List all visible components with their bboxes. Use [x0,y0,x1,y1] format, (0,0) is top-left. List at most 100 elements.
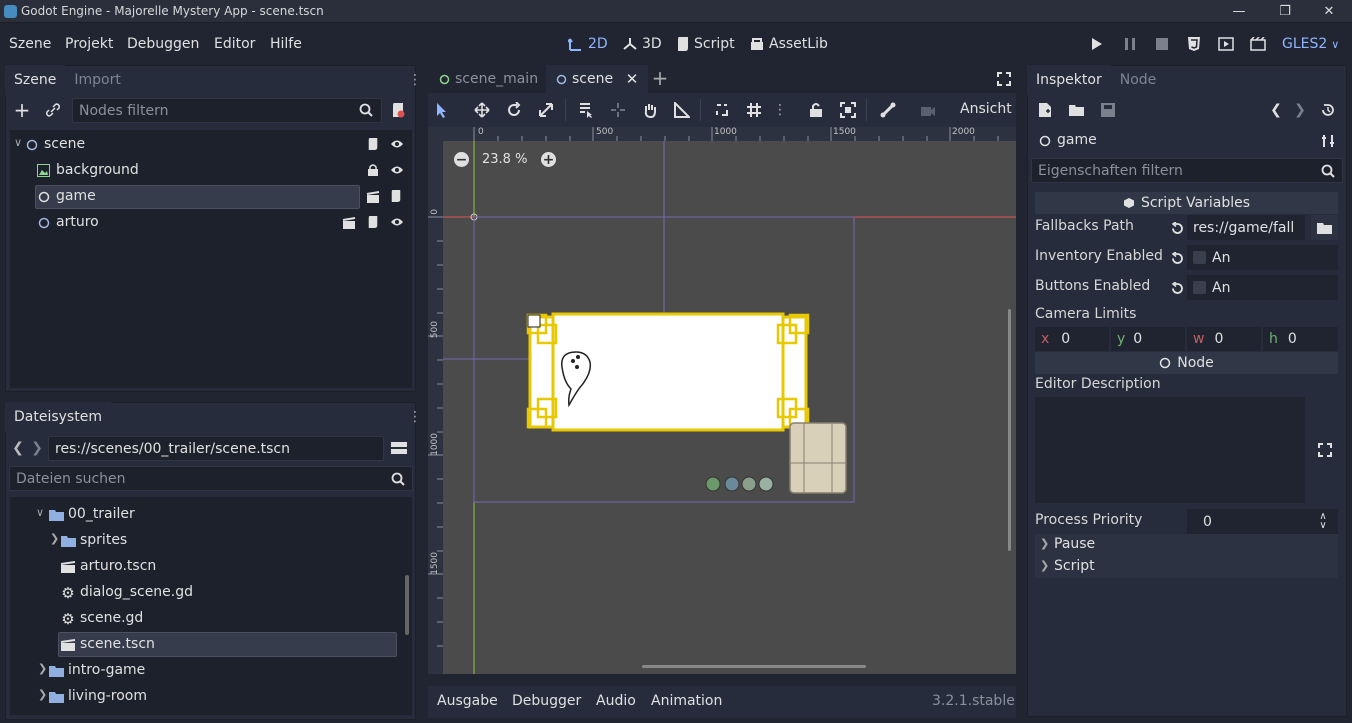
group-script[interactable]: Script [1054,558,1095,574]
tab-szene[interactable]: Szene [5,65,66,95]
collapse-chevron-icon[interactable]: ∨ [14,136,22,149]
tab-ausgabe[interactable]: Ausgabe [437,693,498,709]
dock-menu-icon[interactable]: ⋮ [408,407,422,427]
new-resource-icon[interactable] [1037,102,1053,118]
tab-audio[interactable]: Audio [596,693,636,709]
minimize-button[interactable]: — [1216,0,1262,23]
link-icon[interactable] [44,101,62,119]
zoom-level[interactable]: 23.8 % [482,152,527,167]
file-item-00-trailer[interactable]: 00_trailer [68,506,135,522]
property-filter-input[interactable]: Eigenschaften filtern [1031,158,1343,183]
file-item-scene-gd[interactable]: scene.gd [80,610,143,626]
folder-browse-icon[interactable] [1311,215,1338,240]
close-icon[interactable]: ✕ [624,70,640,88]
canvas-viewport[interactable]: 0 500 1000 1500 2000 0 500 1000 1500 − 2… [428,127,1016,674]
script-remove-icon[interactable] [390,102,406,118]
play-icon[interactable] [1089,36,1105,52]
script-icon[interactable] [366,215,380,229]
snap-icon[interactable] [713,101,731,119]
revert-icon[interactable] [1169,250,1185,266]
move-tool-icon[interactable] [473,101,491,119]
fullscreen-icon[interactable] [995,70,1013,88]
menu-szene[interactable]: Szene [9,36,51,52]
spinbox-arrows-icon[interactable]: ∧ ∨ [1316,512,1330,531]
pan-tool-icon[interactable] [641,101,659,119]
expand-chevron-icon[interactable]: ❯ [38,662,47,675]
clapper-icon[interactable] [365,190,381,204]
camera-limit-w-field[interactable]: w0 [1187,327,1261,351]
tree-node-background[interactable]: background [56,162,139,178]
script-icon[interactable] [389,189,403,203]
html5-icon[interactable] [1186,36,1202,52]
more-options-icon[interactable]: ⋮ [773,101,787,119]
tab-node[interactable]: Node [1111,65,1166,95]
collapse-chevron-icon[interactable]: ∨ [36,506,44,519]
pivot-tool-icon[interactable] [609,101,627,119]
revert-icon[interactable] [1169,220,1185,236]
play-custom-scene-icon[interactable] [1250,36,1266,52]
menu-debuggen[interactable]: Debuggen [127,36,199,52]
fallbacks-path-field[interactable]: res://game/fall [1187,215,1305,240]
camera-limit-x-field[interactable]: x0 [1035,327,1109,351]
visibility-icon[interactable] [389,215,405,229]
file-item-dialog-scene-gd[interactable]: dialog_scene.gd [80,584,193,600]
close-window-button[interactable]: ✕ [1306,0,1352,23]
renderer-select[interactable]: GLES2 ∨ [1282,36,1339,52]
camera-override-icon[interactable] [919,101,937,119]
open-folder-icon[interactable] [1068,102,1084,118]
clapper-icon[interactable] [341,216,357,230]
file-item-living-room[interactable]: living-room [68,688,147,704]
select-tool-icon[interactable] [433,101,451,119]
add-tab-icon[interactable]: + [651,66,669,90]
revert-icon[interactable] [1169,280,1185,296]
tree-node-arturo[interactable]: arturo [56,214,99,230]
bone-icon[interactable] [879,101,897,119]
history-forward-icon[interactable]: ❯ [1292,102,1308,118]
rotate-tool-icon[interactable] [505,101,523,119]
zoom-out-icon[interactable]: − [454,152,469,167]
back-icon[interactable]: ❮ [12,440,24,456]
file-item-arturo-tscn[interactable]: arturo.tscn [80,558,156,574]
list-select-icon[interactable] [577,101,595,119]
lock-icon[interactable] [366,163,380,177]
maximize-button[interactable]: ❐ [1262,0,1308,23]
expand-chevron-icon[interactable]: ❯ [1040,537,1049,550]
tools-icon[interactable] [1320,133,1336,149]
forward-icon[interactable]: ❯ [31,440,43,456]
mode-script-button[interactable]: Script [676,36,735,52]
tree-node-game[interactable]: game [56,188,96,204]
expand-textarea-icon[interactable] [1311,397,1338,503]
tree-node-scene[interactable]: scene [44,136,85,152]
expand-chevron-icon[interactable]: ❯ [1040,559,1049,572]
save-icon[interactable] [1100,102,1116,118]
file-tree-scrollbar[interactable] [405,575,409,635]
view-menu[interactable]: Ansicht [960,101,1012,117]
inventory-enabled-checkbox[interactable]: An [1187,245,1338,270]
zoom-in-icon[interactable]: + [541,152,556,167]
mode-3d-button[interactable]: 3D [622,36,662,52]
grid-snap-icon[interactable] [745,101,763,119]
editor-description-textarea[interactable] [1035,397,1305,503]
file-item-scene-tscn[interactable]: scene.tscn [80,636,155,652]
split-view-icon[interactable] [390,440,408,456]
play-scene-icon[interactable] [1218,36,1234,52]
group-icon[interactable] [839,101,857,119]
tab-inspektor[interactable]: Inspektor [1027,65,1111,95]
node-filter-input[interactable]: Nodes filtern [72,98,382,123]
menu-hilfe[interactable]: Hilfe [270,36,302,52]
file-search-input[interactable]: Dateien suchen [9,466,413,491]
file-item-sprites[interactable]: sprites [80,532,127,548]
lock-icon[interactable] [807,101,825,119]
file-item-intro-game[interactable]: intro-game [68,662,145,678]
group-pause[interactable]: Pause [1054,536,1095,552]
tab-scene-main[interactable]: scene_main [430,65,544,93]
tab-animation[interactable]: Animation [651,693,722,709]
section-node[interactable]: Node [1035,352,1338,374]
path-field[interactable]: res://scenes/00_trailer/scene.tscn [48,436,384,461]
visibility-icon[interactable] [389,137,405,151]
history-back-icon[interactable]: ❮ [1268,102,1284,118]
camera-limit-y-field[interactable]: y0 [1111,327,1185,351]
menu-projekt[interactable]: Projekt [65,36,113,52]
tab-dateisystem[interactable]: Dateisystem [5,402,111,432]
scale-tool-icon[interactable] [537,101,555,119]
